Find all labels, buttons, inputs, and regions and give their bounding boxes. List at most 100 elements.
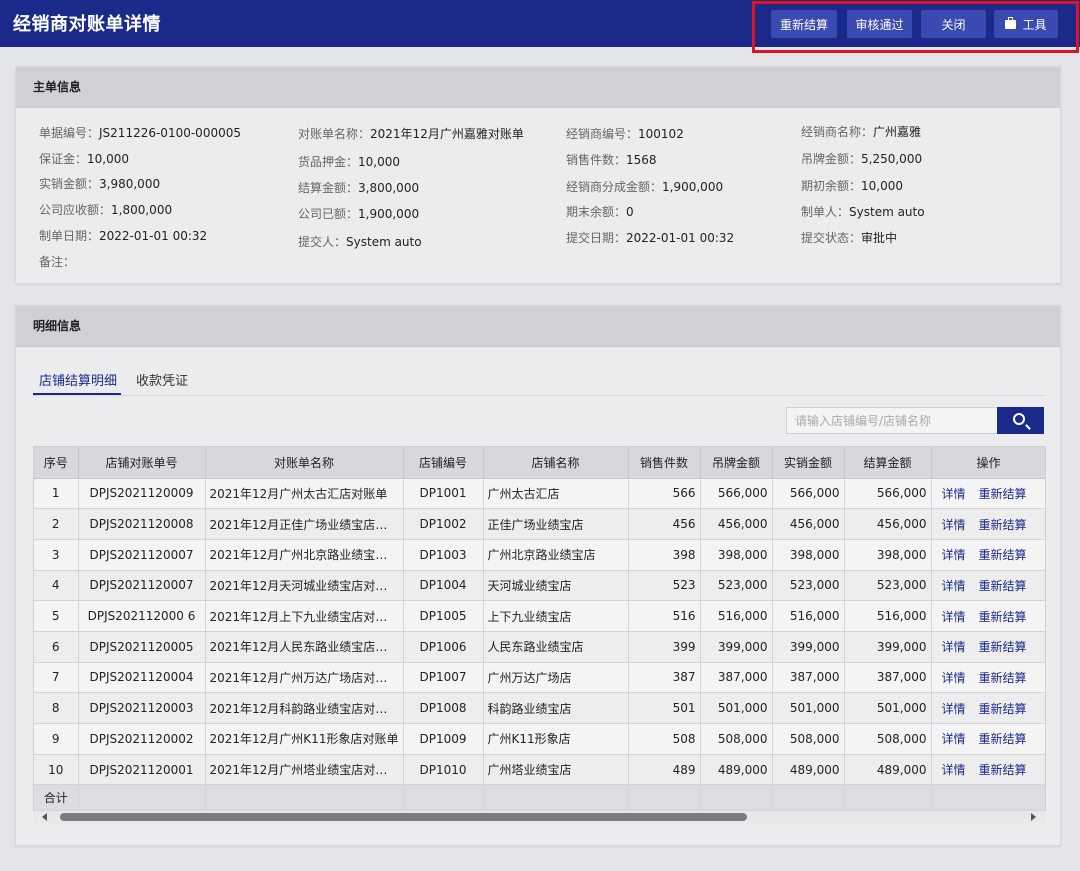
detail-link[interactable]: 详情 bbox=[942, 640, 966, 654]
recalculate-link[interactable]: 重新结算 bbox=[979, 640, 1027, 654]
row-tag-amount: 508,000 bbox=[700, 723, 773, 755]
row-actual-sales: 489,000 bbox=[772, 754, 845, 786]
row-sales-qty: 523 bbox=[628, 570, 701, 602]
info-field-label: 期初余额： bbox=[801, 179, 862, 193]
detail-link[interactable]: 详情 bbox=[942, 671, 966, 685]
main-info-panel: 主单信息 bbox=[15, 66, 1061, 284]
detail-link[interactable]: 详情 bbox=[942, 763, 966, 777]
store-settlement-table: 序号 店铺对账单号 对账单名称 店铺编号 店铺名称 销售件数 吊牌金额 实销金额… bbox=[33, 446, 1046, 812]
info-field-value: 0 bbox=[626, 205, 634, 219]
recalculate-link[interactable]: 重新结算 bbox=[979, 487, 1027, 501]
detail-link[interactable]: 详情 bbox=[942, 610, 966, 624]
recalculate-link[interactable]: 重新结算 bbox=[979, 548, 1027, 562]
recalculate-link[interactable]: 重新结算 bbox=[979, 732, 1027, 746]
row-settlement-amount: 456,000 bbox=[844, 508, 932, 540]
info-field-label: 对账单名称： bbox=[298, 127, 371, 141]
row-actions: 详情 重新结算 bbox=[931, 570, 1045, 602]
recalculate-link[interactable]: 重新结算 bbox=[979, 763, 1027, 777]
info-field-label: 期末余额： bbox=[566, 205, 627, 219]
approve-button[interactable]: 审核通过 bbox=[847, 10, 912, 38]
total-row: 合计 bbox=[34, 784, 1045, 811]
row-tag-amount: 523,000 bbox=[700, 570, 773, 602]
info-field-label: 提交日期： bbox=[566, 231, 627, 245]
info-field-value: System auto bbox=[346, 235, 422, 249]
info-field-label: 公司应收额： bbox=[39, 203, 112, 217]
detail-link[interactable]: 详情 bbox=[942, 487, 966, 501]
row-tag-amount: 456,000 bbox=[700, 508, 773, 540]
info-field: 制单日期：2022-01-01 00:32 bbox=[39, 227, 207, 244]
row-settlement-amount: 398,000 bbox=[844, 539, 932, 571]
info-field: 期初余额：10,000 bbox=[801, 177, 903, 194]
search-button[interactable] bbox=[997, 407, 1044, 434]
recalculate-link[interactable]: 重新结算 bbox=[979, 671, 1027, 685]
row-tag-amount: 501,000 bbox=[700, 692, 773, 724]
info-field-label: 经销商名称： bbox=[801, 125, 874, 139]
info-field-label: 提交状态： bbox=[801, 231, 862, 245]
row-actions: 详情 重新结算 bbox=[931, 662, 1045, 694]
recalculate-link[interactable]: 重新结算 bbox=[979, 518, 1027, 532]
row-tag-amount: 516,000 bbox=[700, 600, 773, 632]
row-store-name: 广州万达广场店 bbox=[483, 662, 629, 694]
info-field-label: 结算金额： bbox=[298, 181, 359, 195]
row-store-name: 广州太古汇店 bbox=[483, 478, 629, 510]
total-cell bbox=[403, 784, 484, 811]
row-store-code: DP1002 bbox=[403, 508, 484, 540]
info-field: 单据编号：JS211226-0100-000005 bbox=[39, 124, 241, 141]
row-sales-qty: 399 bbox=[628, 631, 701, 663]
recalculate-link[interactable]: 重新结算 bbox=[979, 702, 1027, 716]
detail-link[interactable]: 详情 bbox=[942, 548, 966, 562]
info-field-value: 10,000 bbox=[861, 179, 904, 193]
row-statement-name: 2021年12月广州塔业绩宝店对账单 bbox=[205, 754, 404, 786]
detail-link[interactable]: 详情 bbox=[942, 702, 966, 716]
row-store-name: 人民东路业绩宝店 bbox=[483, 631, 629, 663]
total-label: 合计 bbox=[34, 784, 79, 811]
info-field: 期末余额：0 bbox=[566, 203, 634, 220]
info-field: 货品押金：10,000 bbox=[298, 153, 400, 170]
info-field: 提交状态：审批中 bbox=[801, 229, 897, 246]
page-title: 经销商对账单详情 bbox=[13, 14, 161, 35]
scroll-left-icon[interactable] bbox=[42, 813, 47, 821]
detail-link[interactable]: 详情 bbox=[942, 732, 966, 746]
row-statement-name: 2021年12月广州K11形象店对账单 bbox=[205, 723, 404, 755]
close-button[interactable]: 关闭 bbox=[921, 10, 986, 38]
row-store-statement-no: DPJS202112000 6 bbox=[78, 600, 206, 632]
col-store-statement-no: 店铺对账单号 bbox=[78, 447, 206, 479]
detail-link[interactable]: 详情 bbox=[942, 518, 966, 532]
row-actual-sales: 399,000 bbox=[772, 631, 845, 663]
info-field-value: 3,800,000 bbox=[358, 181, 420, 195]
tools-button-label: 工具 bbox=[1022, 17, 1047, 32]
row-store-name: 正佳广场业绩宝店 bbox=[483, 508, 629, 540]
briefcase-icon bbox=[1005, 16, 1017, 29]
scroll-right-icon[interactable] bbox=[1031, 813, 1036, 821]
info-field: 公司应收额：1,800,000 bbox=[39, 201, 172, 218]
tab-store-settlement[interactable]: 店铺结算明细 bbox=[39, 370, 117, 389]
info-field-value: System auto bbox=[849, 205, 925, 219]
row-actions: 详情 重新结算 bbox=[931, 508, 1045, 540]
col-store-code: 店铺编号 bbox=[403, 447, 484, 479]
row-store-code: DP1004 bbox=[403, 570, 484, 602]
info-field: 保证金：10,000 bbox=[39, 150, 129, 167]
info-field-label: 吊牌金额： bbox=[801, 152, 862, 166]
recalculate-link[interactable]: 重新结算 bbox=[979, 579, 1027, 593]
row-sales-qty: 387 bbox=[628, 662, 701, 694]
info-field: 提交人：System auto bbox=[298, 233, 422, 250]
recalculate-button[interactable]: 重新结算 bbox=[771, 10, 837, 38]
detail-link[interactable]: 详情 bbox=[942, 579, 966, 593]
store-search-input[interactable] bbox=[786, 407, 998, 434]
row-tag-amount: 399,000 bbox=[700, 631, 773, 663]
info-field-value: 1,900,000 bbox=[358, 207, 420, 221]
recalculate-link[interactable]: 重新结算 bbox=[979, 610, 1027, 624]
info-field-label: 制单人： bbox=[801, 205, 850, 219]
tab-receipt-voucher[interactable]: 收款凭证 bbox=[136, 370, 188, 389]
info-field-value: 审批中 bbox=[861, 231, 898, 245]
info-field-value: 广州嘉雅 bbox=[873, 125, 922, 139]
tools-button[interactable]: 工具 bbox=[994, 10, 1058, 38]
total-cell bbox=[483, 784, 629, 811]
scrollbar-thumb[interactable] bbox=[60, 813, 747, 821]
row-store-statement-no: DPJS2021120004 bbox=[78, 662, 206, 694]
info-field-value: JS211226-0100-000005 bbox=[99, 126, 241, 140]
info-field-value: 2021年12月广州嘉雅对账单 bbox=[370, 127, 524, 141]
row-sales-qty: 508 bbox=[628, 723, 701, 755]
row-statement-name: 2021年12月天河城业绩宝店对账单 bbox=[205, 570, 404, 602]
info-field-label: 经销商编号： bbox=[566, 127, 639, 141]
